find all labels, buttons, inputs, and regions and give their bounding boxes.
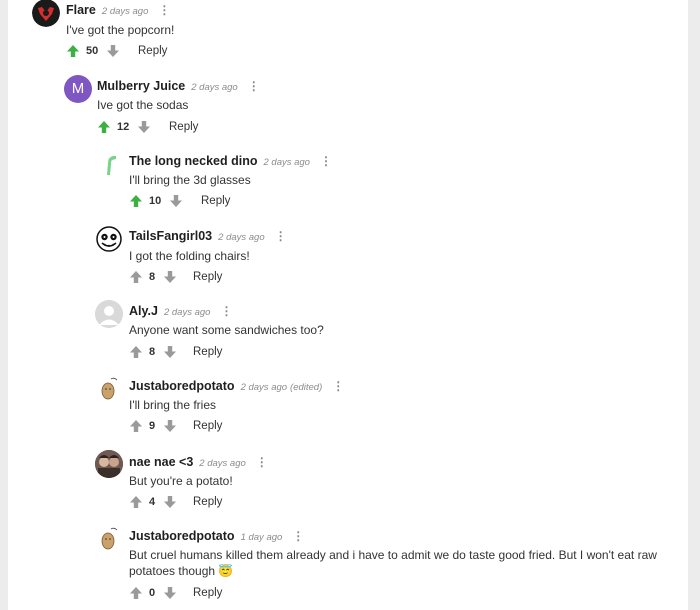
vote-count: 0: [149, 587, 156, 599]
vote-count: 8: [149, 346, 156, 358]
downvote-arrow-icon[interactable]: [163, 495, 177, 509]
vote-count: 8: [149, 271, 156, 283]
potato-avatar-icon[interactable]: [95, 375, 123, 403]
upvote-arrow-icon[interactable]: [97, 120, 111, 134]
comment-text: But you're a potato!: [129, 474, 233, 488]
edited-label: (edited): [290, 382, 323, 393]
downvote-arrow-icon[interactable]: [163, 419, 177, 433]
comment-text: I've got the popcorn!: [66, 23, 175, 37]
timestamp[interactable]: 1 day ago: [241, 532, 283, 543]
potato-avatar-icon[interactable]: [95, 525, 123, 553]
upvote-arrow-icon[interactable]: [129, 270, 143, 284]
comment-flare: Flare 2 days ago ⋮ I've got the popcorn! 5…: [8, 0, 688, 64]
more-options-icon[interactable]: ⋮: [220, 303, 232, 319]
dino-avatar-icon[interactable]: [95, 151, 123, 179]
timestamp[interactable]: 2 days ago: [164, 307, 210, 318]
timestamp[interactable]: 2 days ago: [191, 82, 237, 93]
downvote-arrow-icon[interactable]: [163, 345, 177, 359]
avatar-letter: M: [71, 80, 85, 97]
comment-justaboredpotato-2: Justaboredpotato 1 day ago ⋮ But cruel hum…: [8, 525, 688, 605]
more-options-icon[interactable]: ⋮: [292, 528, 304, 544]
vote-count: 12: [117, 121, 130, 133]
photo-avatar-icon[interactable]: [95, 450, 123, 478]
more-options-icon[interactable]: ⋮: [248, 78, 260, 94]
comment-text: I got the folding chairs!: [129, 249, 250, 263]
comment-aly-j: Aly.J 2 days ago ⋮ Anyone want some sandwi…: [8, 300, 688, 364]
username[interactable]: Justaboredpotato: [129, 379, 235, 393]
more-options-icon[interactable]: ⋮: [332, 378, 344, 394]
timestamp[interactable]: 2 days ago: [102, 6, 148, 17]
flare-avatar-icon[interactable]: [32, 0, 60, 27]
reply-button[interactable]: Reply: [193, 495, 222, 509]
comment-text: Ive got the sodas: [97, 98, 189, 112]
skull-avatar-icon[interactable]: [95, 225, 123, 253]
reply-button[interactable]: Reply: [193, 419, 222, 433]
reply-button[interactable]: Reply: [201, 194, 230, 208]
upvote-arrow-icon[interactable]: [66, 44, 80, 58]
timestamp[interactable]: 2 days ago: [199, 458, 245, 469]
comment-long-necked-dino: The long necked dino 2 days ago ⋮ I'll bri…: [8, 150, 688, 214]
username[interactable]: Justaboredpotato: [129, 529, 235, 543]
username[interactable]: The long necked dino: [129, 154, 257, 168]
username[interactable]: TailsFangirl03: [129, 229, 212, 243]
comment-text: Anyone want some sandwiches too?: [129, 323, 324, 337]
letter-m-avatar-icon[interactable]: M: [64, 75, 92, 103]
more-options-icon[interactable]: ⋮: [158, 2, 170, 18]
timestamp[interactable]: 2 days ago: [218, 232, 264, 243]
username[interactable]: Aly.J: [129, 304, 158, 318]
reply-button[interactable]: Reply: [193, 345, 222, 359]
downvote-arrow-icon[interactable]: [163, 586, 177, 600]
comment-tailsfangirl03: TailsFangirl03 2 days ago ⋮ I got the fold…: [8, 225, 688, 289]
vote-count: 50: [86, 45, 99, 57]
upvote-arrow-icon[interactable]: [129, 495, 143, 509]
upvote-arrow-icon[interactable]: [129, 586, 143, 600]
more-options-icon[interactable]: ⋮: [275, 228, 287, 244]
comment-text: But cruel humans killed them already and…: [129, 548, 657, 578]
default-user-avatar-icon[interactable]: [95, 300, 123, 328]
vote-count: 10: [149, 195, 162, 207]
downvote-arrow-icon[interactable]: [106, 44, 120, 58]
upvote-arrow-icon[interactable]: [129, 419, 143, 433]
comments-panel: Flare 2 days ago ⋮ I've got the popcorn! 5…: [8, 0, 688, 610]
comment-text: I'll bring the 3d glasses: [129, 173, 251, 187]
username[interactable]: Flare: [66, 3, 96, 17]
vote-count: 9: [149, 420, 156, 432]
vote-count: 4: [149, 496, 156, 508]
comment-nae-nae: nae nae <3 2 days ago ⋮ But you're a potat…: [8, 450, 688, 514]
timestamp[interactable]: 2 days ago: [241, 382, 287, 393]
downvote-arrow-icon[interactable]: [137, 120, 151, 134]
username[interactable]: Mulberry Juice: [97, 79, 185, 93]
comment-text: I'll bring the fries: [129, 398, 216, 412]
upvote-arrow-icon[interactable]: [129, 345, 143, 359]
more-options-icon[interactable]: ⋮: [320, 153, 332, 169]
more-options-icon[interactable]: ⋮: [256, 454, 268, 470]
downvote-arrow-icon[interactable]: [163, 270, 177, 284]
timestamp[interactable]: 2 days ago: [263, 157, 309, 168]
reply-button[interactable]: Reply: [193, 586, 222, 600]
upvote-arrow-icon[interactable]: [129, 194, 143, 208]
comment-mulberry-juice: M Mulberry Juice 2 days ago ⋮ Ive got the …: [8, 75, 688, 139]
reply-button[interactable]: Reply: [138, 44, 167, 58]
reply-button[interactable]: Reply: [169, 120, 198, 134]
reply-button[interactable]: Reply: [193, 270, 222, 284]
comment-justaboredpotato-1: Justaboredpotato 2 days ago (edited) ⋮ I'll…: [8, 375, 688, 439]
downvote-arrow-icon[interactable]: [169, 194, 183, 208]
username[interactable]: nae nae <3: [129, 455, 193, 469]
